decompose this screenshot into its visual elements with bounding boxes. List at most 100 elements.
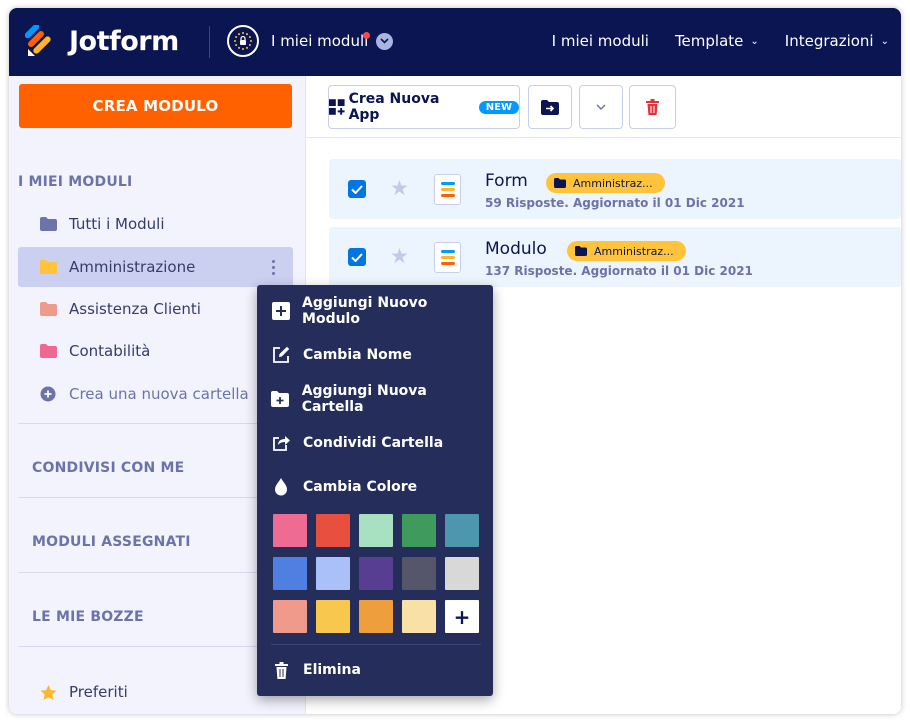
more-options-icon[interactable] xyxy=(272,258,275,276)
color-swatch[interactable] xyxy=(359,600,393,633)
menu-add-folder-label: Aggiungi Nuova Cartella xyxy=(301,383,427,415)
color-swatch[interactable] xyxy=(273,557,307,590)
top-nav: I miei moduli Template ⌄ Integrazioni ⌄ xyxy=(552,32,901,50)
form-icon xyxy=(434,174,461,205)
folder-icon xyxy=(40,302,57,316)
color-swatch[interactable] xyxy=(402,514,436,547)
trash-icon xyxy=(646,99,659,115)
color-swatch[interactable] xyxy=(359,514,393,547)
menu-divider xyxy=(271,644,481,645)
color-swatch[interactable] xyxy=(316,514,350,547)
sidebar-item-administration[interactable]: Amministrazione xyxy=(18,247,293,287)
plus-circle-icon xyxy=(40,386,57,402)
sidebar-item-label: Preferiti xyxy=(69,683,128,701)
menu-rename-label: Cambia Nome xyxy=(303,347,412,363)
color-swatch[interactable] xyxy=(402,600,436,633)
nav-integrations[interactable]: Integrazioni ⌄ xyxy=(785,32,889,50)
create-folder-button[interactable]: Crea una nuova cartella xyxy=(18,374,293,414)
my-drafts-header[interactable]: LE MIE BOZZE xyxy=(32,609,144,625)
divider xyxy=(18,497,294,498)
my-forms-header: I MIEI MODULI xyxy=(18,174,133,190)
nav-templates-label: Template xyxy=(674,32,744,50)
droplet-icon xyxy=(271,477,291,497)
sidebar-item-label: Tutti i Moduli xyxy=(69,215,165,233)
color-swatch[interactable] xyxy=(316,600,350,633)
create-form-button[interactable]: CREA MODULO xyxy=(19,84,292,128)
top-header: Jotform I miei moduli I miei moduli Temp… xyxy=(9,8,901,76)
nav-templates[interactable]: Template ⌄ xyxy=(675,32,759,50)
create-folder-label: Crea una nuova cartella xyxy=(69,385,249,403)
toolbar: Crea Nuova App NEW xyxy=(306,76,901,138)
trash-icon xyxy=(271,660,291,680)
menu-delete-label: Elimina xyxy=(303,662,361,678)
sidebar-item-customer-support[interactable]: Assistenza Clienti xyxy=(18,289,293,329)
create-app-label: Crea Nuova App xyxy=(348,91,440,123)
folder-tag-label: Amministraz... xyxy=(594,244,674,258)
sidebar-item-label: Amministrazione xyxy=(69,258,196,276)
form-row[interactable]: ★ Modulo Amministraz... 137 Risposte. Ag… xyxy=(329,227,901,287)
folder-tag[interactable]: Amministraz... xyxy=(567,241,686,261)
delete-button[interactable] xyxy=(629,85,676,129)
form-row[interactable]: ★ Form Amministraz... 59 Risposte. Aggio… xyxy=(329,159,901,219)
nav-integrations-label: Integrazioni xyxy=(784,32,874,50)
folder-tag[interactable]: Amministraz... xyxy=(546,173,665,193)
menu-add-folder[interactable]: Aggiungi Nuova Cartella xyxy=(271,383,481,415)
logo-text: Jotform xyxy=(69,25,179,57)
menu-rename[interactable]: Cambia Nome xyxy=(271,340,481,370)
chevron-down-icon: ⌄ xyxy=(750,35,759,47)
folder-plus-icon xyxy=(271,389,290,409)
folder-tag-label: Amministraz... xyxy=(573,176,653,190)
create-app-button[interactable]: Crea Nuova App NEW xyxy=(328,85,520,129)
folder-icon xyxy=(554,178,566,188)
add-custom-color-button[interactable]: + xyxy=(445,600,479,633)
menu-add-form[interactable]: Aggiungi Nuovo Modulo xyxy=(271,295,481,327)
jotform-logo[interactable]: Jotform xyxy=(25,25,179,57)
color-swatch[interactable] xyxy=(273,600,307,633)
sidebar-item-all-forms[interactable]: Tutti i Moduli xyxy=(18,204,293,244)
folder-icon xyxy=(40,260,57,274)
header-divider xyxy=(209,26,210,58)
nav-my-forms[interactable]: I miei moduli xyxy=(552,32,649,50)
chevron-down-icon: ⌄ xyxy=(880,35,889,47)
new-badge: NEW xyxy=(478,100,519,114)
color-swatch[interactable] xyxy=(445,557,479,590)
move-folder-icon xyxy=(541,99,559,115)
form-title[interactable]: Modulo xyxy=(485,239,547,259)
color-swatch[interactable] xyxy=(316,557,350,590)
chevron-down-icon xyxy=(596,104,606,110)
checkmark-icon xyxy=(351,252,363,262)
notification-dot xyxy=(363,32,370,39)
move-to-folder-button[interactable] xyxy=(528,85,572,129)
share-icon xyxy=(271,433,291,453)
form-meta: 59 Risposte. Aggiornato il 01 Dic 2021 xyxy=(485,196,745,210)
menu-change-color[interactable]: Cambia Colore xyxy=(271,472,481,502)
color-swatch[interactable] xyxy=(273,514,307,547)
form-title[interactable]: Form xyxy=(485,171,528,191)
more-actions-dropdown[interactable] xyxy=(579,85,623,129)
menu-share-folder[interactable]: Condividi Cartella xyxy=(271,428,481,458)
star-icon[interactable]: ★ xyxy=(390,177,409,199)
star-icon xyxy=(40,684,57,700)
shared-with-me-header[interactable]: CONDIVISI CON ME xyxy=(32,460,184,476)
color-swatch[interactable] xyxy=(445,514,479,547)
edit-icon xyxy=(271,345,291,365)
color-swatch[interactable] xyxy=(359,557,393,590)
assigned-forms-header[interactable]: MODULI ASSEGNATI xyxy=(32,534,191,550)
sidebar-item-accounting[interactable]: Contabilità xyxy=(18,331,293,371)
row-checkbox[interactable] xyxy=(348,248,366,266)
star-icon[interactable]: ★ xyxy=(390,245,409,267)
sidebar-item-favorites[interactable]: Preferiti xyxy=(18,672,293,712)
workspace-label: I miei moduli xyxy=(271,32,369,50)
form-icon xyxy=(434,242,461,273)
color-swatch[interactable] xyxy=(402,557,436,590)
sidebar-item-label: Contabilità xyxy=(69,342,151,360)
menu-share-folder-label: Condividi Cartella xyxy=(303,435,444,451)
menu-delete[interactable]: Elimina xyxy=(271,655,481,685)
folder-icon xyxy=(40,217,57,231)
menu-add-form-label: Aggiungi Nuovo Modulo xyxy=(302,295,428,327)
workspace-switcher[interactable]: I miei moduli xyxy=(271,32,394,50)
app-grid-icon xyxy=(329,99,345,115)
row-checkbox[interactable] xyxy=(348,180,366,198)
jotform-logo-icon xyxy=(25,25,51,56)
sidebar-item-label: Assistenza Clienti xyxy=(69,300,201,318)
